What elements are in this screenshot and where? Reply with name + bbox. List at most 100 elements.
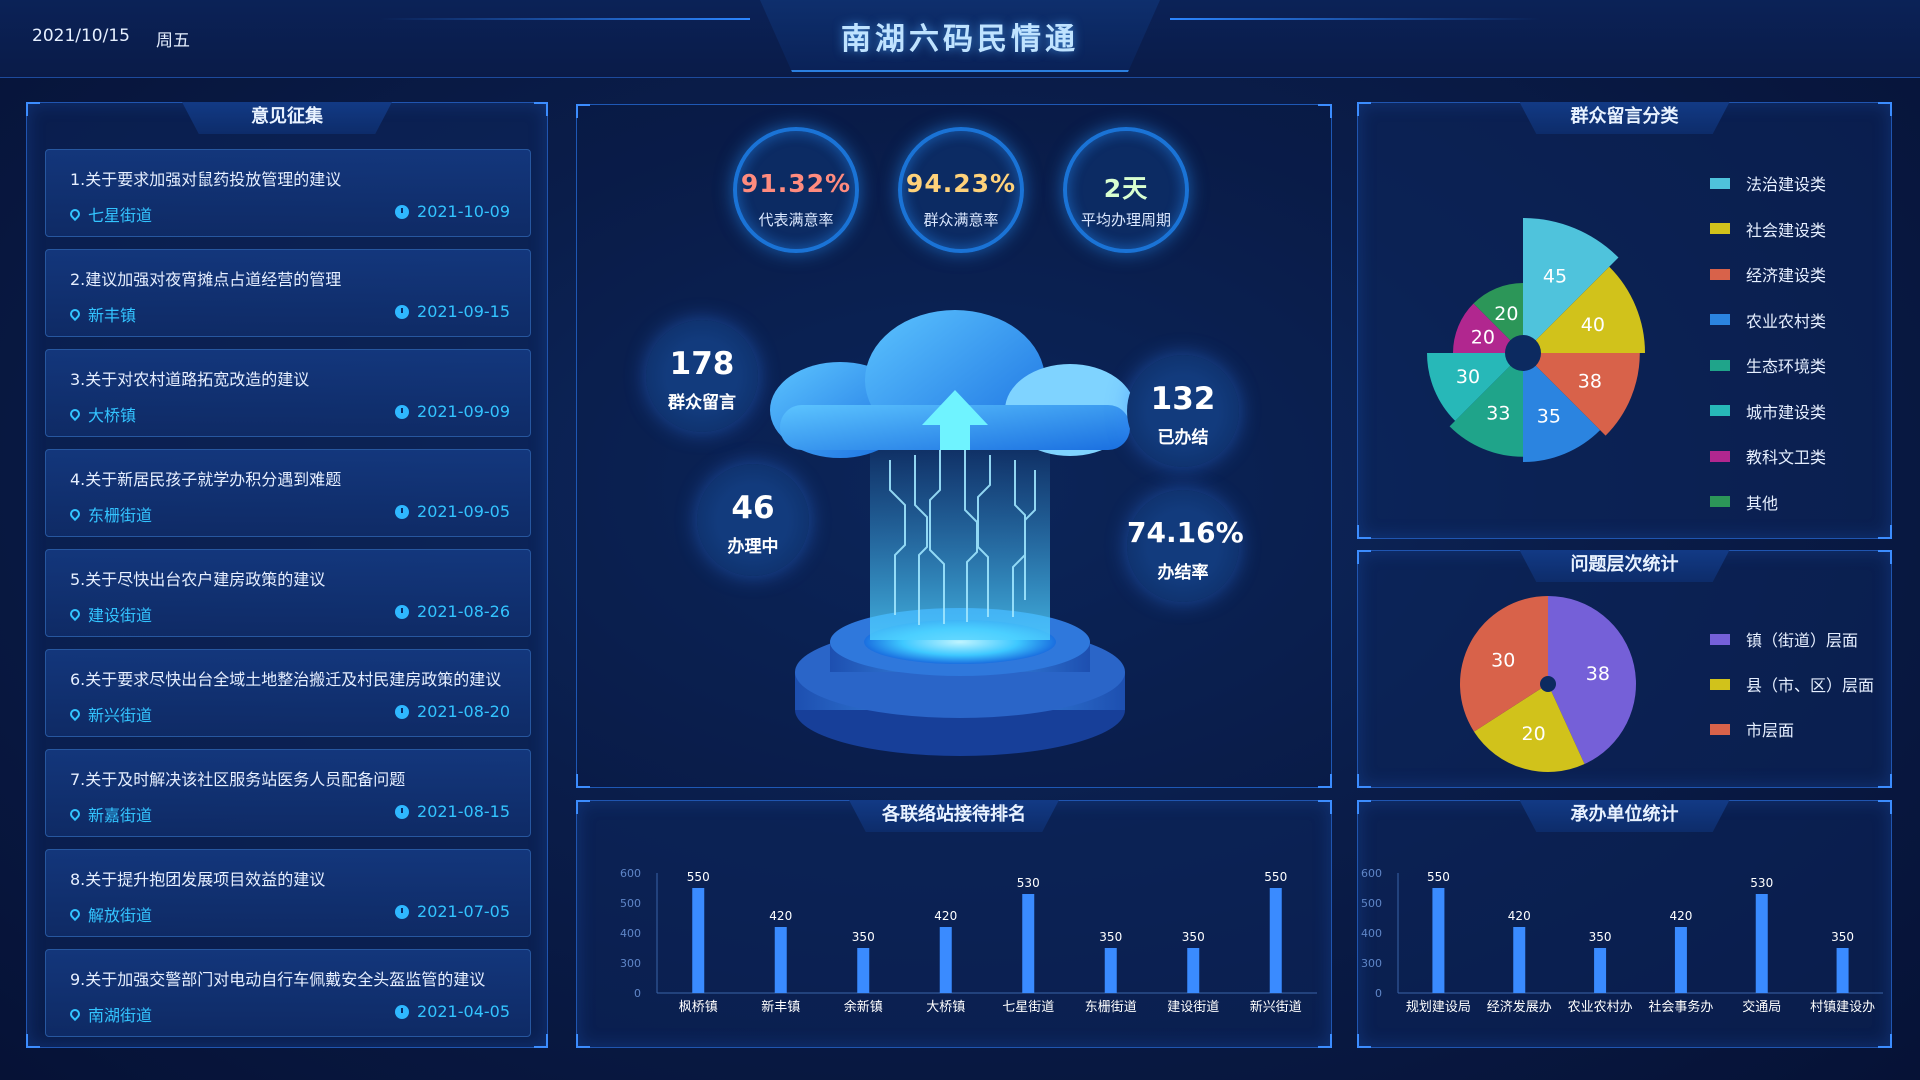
bar-value-label: 350 xyxy=(852,930,875,944)
bar-value-label: 420 xyxy=(934,909,957,923)
y-tick-label: 500 xyxy=(620,897,641,910)
bar[interactable] xyxy=(774,927,787,993)
level-panel: 问题层次统计 38 20 30 镇（街道）层面 县（市、区）层面 市层面 xyxy=(1357,550,1892,788)
x-tick-label: 枫桥镇 xyxy=(679,1000,718,1015)
light-beam xyxy=(870,440,1050,640)
legend-label: 城市建设类 xyxy=(1746,402,1827,422)
opinion-location: 新丰镇 xyxy=(67,302,136,326)
bar[interactable] xyxy=(1432,888,1445,993)
bubble-completed: 132 已办结 xyxy=(1127,355,1239,467)
bar[interactable] xyxy=(692,888,705,993)
rate-label: 代表满意率 xyxy=(758,211,834,229)
opinion-item[interactable]: 4.关于新居民孩子就学办积分遇到难题东栅街道 2021-09-05 xyxy=(45,449,531,537)
clock-icon xyxy=(395,1004,410,1019)
opinion-date: 2021-10-09 xyxy=(395,202,510,221)
bar-value-label: 530 xyxy=(1017,876,1040,890)
legend-swatch xyxy=(1710,405,1730,416)
opinion-item[interactable]: 7.关于及时解决该社区服务站医务人员配备问题 新嘉街道 2021-08-15 xyxy=(45,749,531,837)
legend-label: 市层面 xyxy=(1746,721,1795,740)
clock-icon xyxy=(395,404,410,419)
location-pin-icon xyxy=(67,706,83,722)
corner-decor xyxy=(576,104,590,118)
station-bar-chart: 0 300 400 500 600 550 枫桥镇 420 新丰镇 350 余新镇 420 大桥镇 530… xyxy=(620,867,1317,1015)
bar[interactable] xyxy=(1836,948,1849,993)
y-tick-label: 400 xyxy=(620,927,641,940)
opinion-item[interactable]: 5.关于尽快出台农户建房政策的建议 建设街道 2021-08-26 xyxy=(45,549,531,637)
opinion-date: 2021-09-05 xyxy=(395,502,510,521)
y-tick-label: 600 xyxy=(1361,867,1382,880)
clock-icon xyxy=(395,804,410,819)
bar[interactable] xyxy=(1674,927,1687,993)
category-panel: 群众留言分类 45 40 38 35 33 30 20 20 法治建设类 社会建设类 经济建设类农… xyxy=(1357,102,1892,539)
bar[interactable] xyxy=(1269,888,1282,993)
corner-decor xyxy=(26,1034,40,1048)
opinion-date-text: 2021-04-05 xyxy=(417,1002,510,1021)
legend-label: 其他 xyxy=(1746,493,1779,513)
opinion-item[interactable]: 3.关于对农村道路拓宽改造的建议 大桥镇 2021-09-09 xyxy=(45,349,531,437)
opinion-item[interactable]: 9.关于加强交警部门对电动自行车佩戴安全头盔监管的建议 南湖街道 2021-04-0… xyxy=(45,949,531,1037)
opinion-date-text: 2021-07-05 xyxy=(417,902,510,921)
bar[interactable] xyxy=(1594,948,1607,993)
slice-value-label: 30 xyxy=(1456,366,1480,388)
bubble-label: 已办结 xyxy=(1157,428,1209,448)
slice-value-label: 20 xyxy=(1522,723,1546,745)
opinion-date: 2021-08-15 xyxy=(395,802,510,821)
bar[interactable] xyxy=(1755,894,1768,993)
bubble-label: 办结率 xyxy=(1157,563,1209,583)
slice-value-label: 38 xyxy=(1578,371,1602,393)
clock-icon xyxy=(395,204,410,219)
legend-item: 教科文卫类 xyxy=(1710,444,1826,468)
opinion-location: 建设街道 xyxy=(67,602,152,626)
bar[interactable] xyxy=(1187,948,1200,993)
opinion-location-text: 东栅街道 xyxy=(88,506,153,525)
x-tick-label: 新兴街道 xyxy=(1250,999,1302,1015)
header-decor-left xyxy=(380,18,750,20)
y-tick-label: 0 xyxy=(634,987,641,1000)
opinion-item[interactable]: 8.关于提升抱团发展项目效益的建议 解放街道 2021-07-05 xyxy=(45,849,531,937)
x-tick-label: 余新镇 xyxy=(844,999,883,1015)
bubble-in-progress: 46 办理中 xyxy=(697,464,809,576)
legend-swatch xyxy=(1710,359,1730,371)
opinion-location-text: 大桥镇 xyxy=(88,406,137,425)
opinion-item[interactable]: 1.关于要求加强对鼠药投放管理的建议 七星街道 2021-10-09 xyxy=(45,149,531,237)
legend-label: 镇（街道）层面 xyxy=(1746,631,1859,650)
opinion-item[interactable]: 2.建议加强对夜宵摊点占道经营的管理 新丰镇 2021-09-15 xyxy=(45,249,531,337)
opinion-location: 七星街道 xyxy=(67,202,153,226)
legend-label: 农业农村类 xyxy=(1746,311,1827,331)
bubble-value: 46 xyxy=(731,490,775,526)
opinion-date: 2021-04-05 xyxy=(395,1002,510,1021)
opinion-location-text: 七星街道 xyxy=(88,206,153,225)
bar[interactable] xyxy=(1022,894,1035,993)
opinion-date-text: 2021-08-20 xyxy=(417,702,510,721)
bar-value-label: 530 xyxy=(1750,876,1773,890)
rate-value: 2天 xyxy=(1103,174,1149,203)
opinion-panel: 意见征集 1.关于要求加强对鼠药投放管理的建议 七星街道 2021-10-09 2.建… xyxy=(26,102,548,1048)
location-pin-icon xyxy=(67,806,83,822)
rate-circle-representative: 91.32% 代表满意率 xyxy=(733,127,859,253)
opinion-title: 4.关于新居民孩子就学办积分遇到难题 xyxy=(70,470,342,489)
unit-bar-chart: 0 300 400 500 600 550 规划建设局 420 经济发展办 350 农业农村办 420… xyxy=(1361,867,1883,1015)
legend-item: 市层面 xyxy=(1710,717,1794,741)
legend-label: 县（市、区）层面 xyxy=(1746,676,1875,695)
bar-value-label: 550 xyxy=(1427,870,1450,884)
header-date: 2021/10/15 xyxy=(32,26,130,46)
bar[interactable] xyxy=(1513,927,1526,993)
bar[interactable] xyxy=(857,948,870,993)
rate-label: 平均办理周期 xyxy=(1080,211,1171,229)
opinion-location: 东栅街道 xyxy=(67,502,153,526)
bar[interactable] xyxy=(939,927,952,993)
opinion-date-text: 2021-10-09 xyxy=(417,202,510,221)
clock-icon xyxy=(395,304,410,319)
legend-item: 镇（街道）层面 xyxy=(1710,627,1858,651)
opinion-date-text: 2021-09-15 xyxy=(417,302,510,321)
bubble-value: 132 xyxy=(1150,381,1216,417)
opinion-title: 9.关于加强交警部门对电动自行车佩戴安全头盔监管的建议 xyxy=(70,970,486,989)
legend-swatch xyxy=(1710,723,1730,735)
slice-value-label: 20 xyxy=(1471,326,1495,348)
legend-label: 法治建设类 xyxy=(1746,175,1827,194)
slice-value-label: 33 xyxy=(1486,402,1510,424)
opinion-location: 新嘉街道 xyxy=(67,802,152,826)
bar[interactable] xyxy=(1104,948,1117,993)
location-pin-icon xyxy=(67,606,83,622)
opinion-item[interactable]: 6.关于要求尽快出台全域土地整治搬迁及村民建房政策的建议 新兴街道 2021-08-… xyxy=(45,649,531,737)
